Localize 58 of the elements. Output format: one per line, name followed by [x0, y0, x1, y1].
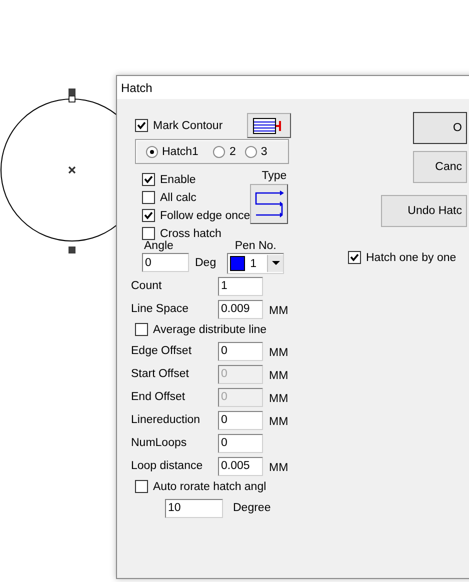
input-field[interactable]: 1: [218, 276, 263, 296]
unit-label: MM: [269, 346, 288, 359]
checkbox-label: Follow edge once: [160, 210, 250, 222]
angle-field[interactable]: 0: [142, 253, 189, 272]
field-label: Line Space: [130, 303, 190, 315]
checkbox-label: Hatch one by one: [366, 252, 456, 264]
input-field[interactable]: 0.005: [218, 456, 263, 476]
pen-label: Pen No.: [234, 240, 276, 252]
field-label: Edge Offset: [130, 345, 193, 357]
checkbox[interactable]: [142, 191, 155, 204]
radio-button[interactable]: [146, 146, 158, 158]
zigzag-path-icon: [254, 189, 284, 219]
checkbox-label: Cross hatch: [160, 228, 222, 240]
unit-label: MM: [269, 369, 288, 382]
checkbox[interactable]: [142, 209, 155, 222]
checkbox[interactable]: [135, 323, 148, 336]
unit-label: MM: [269, 304, 288, 317]
radio-label: Hatch1: [162, 146, 198, 158]
input-field[interactable]: 0: [218, 342, 263, 360]
dialog-button[interactable]: Undo Hatc: [381, 195, 467, 227]
checkbox[interactable]: [135, 480, 148, 493]
checkbox-label: Enable: [160, 174, 196, 186]
checkbox[interactable]: [135, 119, 148, 132]
field-label: Count: [130, 280, 163, 292]
field-label: Linereduction: [130, 414, 202, 426]
hatch-pattern-button[interactable]: [247, 113, 291, 138]
field-label: Loop distance: [130, 460, 204, 472]
input-field[interactable]: 10: [165, 498, 223, 518]
radio-button[interactable]: [213, 146, 226, 158]
unit-label: MM: [269, 415, 288, 428]
unit-label: Degree: [233, 502, 271, 514]
field-label: End Offset: [130, 391, 186, 403]
caret-icon: [272, 261, 280, 266]
checkbox[interactable]: [142, 227, 155, 240]
field-label: Start Offset: [130, 368, 190, 380]
radio-label: 3: [260, 146, 268, 158]
radio-label: 2: [229, 146, 236, 158]
input-field[interactable]: 0: [218, 434, 263, 452]
checkbox-label: Mark Contour: [153, 120, 223, 132]
radio-button[interactable]: [244, 146, 257, 158]
type-label: Type: [262, 170, 287, 182]
checkbox[interactable]: [348, 251, 361, 264]
unit-label: MM: [269, 461, 288, 474]
dialog-button[interactable]: O: [413, 112, 467, 144]
checkbox[interactable]: [142, 173, 155, 186]
hatch-type-button[interactable]: [250, 184, 288, 224]
field-label: NumLoops: [130, 437, 188, 449]
pen-dropdown[interactable]: 1: [227, 253, 284, 274]
dialog-button[interactable]: Canc: [413, 151, 467, 183]
unit-label: Deg: [195, 256, 216, 268]
unit-label: MM: [269, 392, 288, 405]
checkbox-label: Average distribute line: [153, 324, 267, 336]
checkbox-label: Auto rorate hatch angl: [153, 480, 266, 492]
window-title: Hatch: [121, 80, 152, 94]
input-field[interactable]: 0: [218, 410, 263, 430]
angle-label: Angle: [144, 240, 174, 252]
checkbox-label: All calc: [160, 192, 196, 204]
input-field[interactable]: 0.009: [218, 300, 263, 318]
